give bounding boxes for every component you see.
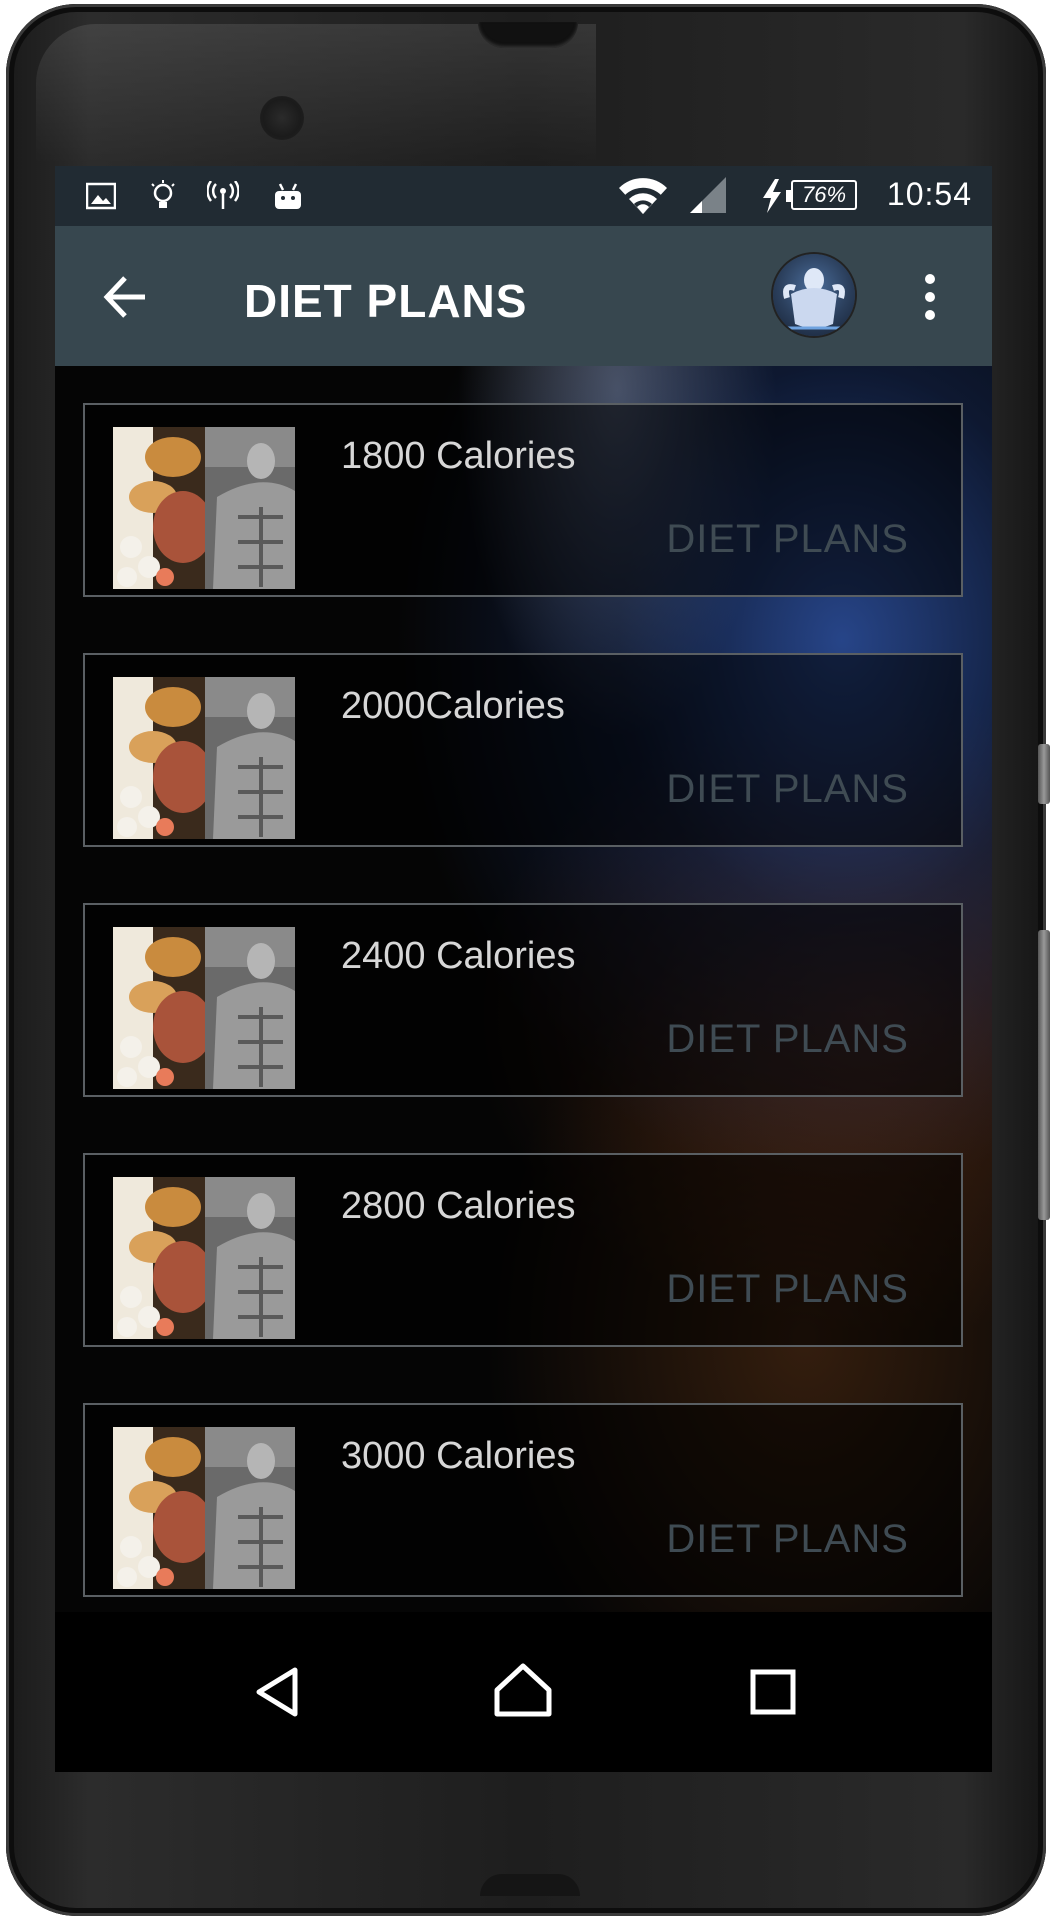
plan-list: 1800 Calories DIET PLANS 2000Calories DI…: [55, 366, 992, 1612]
bodybuilder-avatar[interactable]: [773, 254, 855, 336]
arrow-back-icon[interactable]: [103, 274, 149, 320]
front-camera: [260, 96, 304, 140]
back-nav-icon[interactable]: [237, 1652, 317, 1732]
navigation-bar: [55, 1612, 992, 1772]
recents-nav-icon[interactable]: [733, 1652, 813, 1732]
plan-subtitle: DIET PLANS: [666, 1517, 909, 1561]
plan-card-3000[interactable]: 3000 Calories DIET PLANS: [83, 1403, 963, 1597]
plan-thumbnail: [113, 427, 295, 589]
hotspot-icon: [205, 180, 241, 212]
plan-thumbnail: [113, 1427, 295, 1589]
screen: 76% 10:54 DIET PLANS 1800 Calories DIET …: [55, 166, 992, 1772]
android-icon: [271, 180, 305, 212]
plan-subtitle: DIET PLANS: [666, 767, 909, 811]
plan-card-2000[interactable]: 2000Calories DIET PLANS: [83, 653, 963, 847]
plan-subtitle: DIET PLANS: [666, 1017, 909, 1061]
page-title: DIET PLANS: [244, 275, 528, 327]
plan-title: 1800 Calories: [341, 435, 576, 477]
battery-level: 76%: [786, 180, 857, 210]
power-button: [1038, 744, 1050, 804]
plan-title: 3000 Calories: [341, 1435, 576, 1477]
plan-thumbnail: [113, 677, 295, 839]
gallery-icon: [85, 180, 117, 212]
plan-subtitle: DIET PLANS: [666, 1267, 909, 1311]
plan-thumbnail: [113, 927, 295, 1089]
status-clock: 10:54: [886, 176, 972, 212]
volume-button: [1038, 930, 1050, 1220]
more-vert-icon[interactable]: [915, 272, 945, 322]
plan-card-2400[interactable]: 2400 Calories DIET PLANS: [83, 903, 963, 1097]
lightbulb-icon: [148, 180, 178, 212]
plan-card-2800[interactable]: 2800 Calories DIET PLANS: [83, 1153, 963, 1347]
app-bar: DIET PLANS: [55, 226, 992, 366]
signal-icon: [687, 177, 729, 213]
plan-title: 2400 Calories: [341, 935, 576, 977]
plan-subtitle: DIET PLANS: [666, 517, 909, 561]
plan-title: 2800 Calories: [341, 1185, 576, 1227]
bottom-speaker: [480, 1874, 580, 1896]
plan-title: 2000Calories: [341, 685, 565, 727]
charging-icon: [759, 179, 785, 213]
status-bar: 76% 10:54: [55, 166, 992, 226]
plan-thumbnail: [113, 1177, 295, 1339]
plan-card-1800[interactable]: 1800 Calories DIET PLANS: [83, 403, 963, 597]
earpiece: [478, 22, 578, 48]
wifi-icon: [617, 178, 669, 214]
home-nav-icon[interactable]: [483, 1652, 563, 1732]
